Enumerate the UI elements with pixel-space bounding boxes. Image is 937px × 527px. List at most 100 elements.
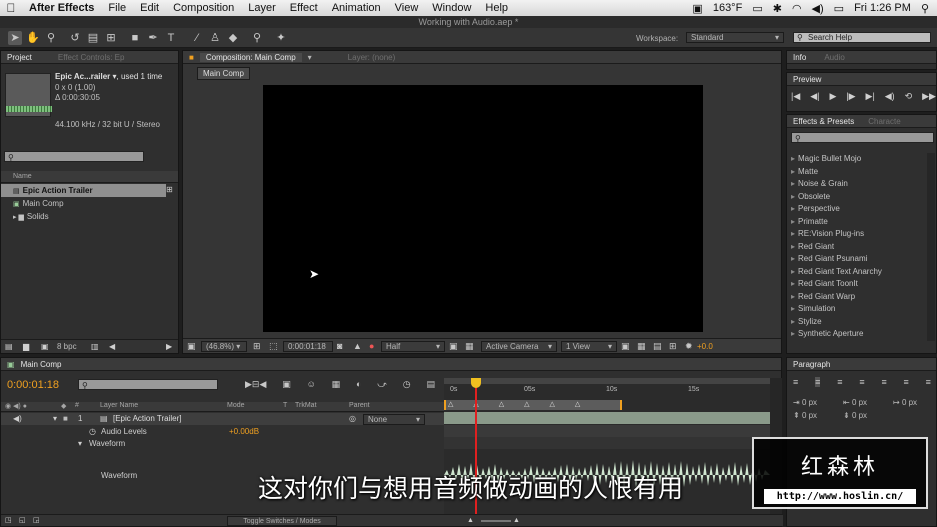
menu-view[interactable]: View <box>388 2 426 14</box>
frame-blending-icon[interactable]: ▦ <box>332 379 341 390</box>
justify-last-right-icon[interactable]: ≡ <box>904 377 909 387</box>
exposure-icon[interactable]: ✹ <box>685 341 693 352</box>
column-mode[interactable]: Mode <box>227 402 245 409</box>
selection-tool-icon[interactable]: ➤ <box>8 31 22 45</box>
apple-icon[interactable]:  <box>0 1 22 15</box>
magnification-dropdown[interactable]: (46.8%) ▾ <box>201 341 247 352</box>
timeline-timecode[interactable]: 0:00:01:18 <box>7 379 59 391</box>
timeline-search-input[interactable]: ⚲ <box>78 379 218 390</box>
search-help-input[interactable]: ⚲ Search Help <box>793 32 931 43</box>
expand-in-out-icon[interactable]: ◲ <box>33 515 40 527</box>
new-folder-icon[interactable]: ▆ <box>23 340 29 354</box>
layer-row-1[interactable]: ◀) ▾ ■ 1 ▤ [Epic Action Trailer] ◎ None ▾ <box>1 413 444 425</box>
spotlight-icon[interactable]: ⚲ <box>921 2 929 15</box>
number-column[interactable]: # <box>75 402 79 409</box>
channel-icon[interactable]: ● <box>369 341 374 351</box>
av-features-icon[interactable]: ◉ ◀) ● <box>5 402 27 410</box>
column-trkmat[interactable]: TrkMat <box>295 402 317 409</box>
audio-levels-value[interactable]: +0.00dB <box>229 426 259 438</box>
work-area-bar[interactable] <box>444 378 770 384</box>
effects-category-13[interactable]: ▸ Stylize <box>787 316 925 329</box>
camera-status-icon[interactable]: ▣ <box>692 2 702 15</box>
composition-lock-icon[interactable]: ■ <box>183 53 200 62</box>
loop-icon[interactable]: ⟲ <box>905 91 913 102</box>
brush-tool-icon[interactable]: ⁄ <box>190 31 204 45</box>
effects-category-4[interactable]: ▸ Perspective <box>787 203 925 216</box>
always-preview-icon[interactable]: ▣ <box>187 341 196 352</box>
audio-icon[interactable]: ◀) <box>885 91 895 102</box>
tab-layer[interactable]: Layer: (none) <box>342 53 402 62</box>
scroll-right-icon[interactable]: ▶ <box>166 340 172 354</box>
space-before-field[interactable]: ⇞ 0 px <box>793 411 817 420</box>
scroll-left-icon[interactable]: ◀ <box>109 340 115 354</box>
effects-search-input[interactable]: ⚲ <box>791 132 934 143</box>
effects-category-2[interactable]: ▸ Noise & Grain <box>787 178 925 191</box>
effects-scrollbar[interactable] <box>927 153 935 341</box>
next-frame-icon[interactable]: |▶ <box>846 91 855 102</box>
first-frame-icon[interactable]: |◀ <box>791 91 800 102</box>
transparency-grid-icon[interactable]: ▦ <box>465 341 474 352</box>
justify-last-left-icon[interactable]: ≡ <box>859 377 864 387</box>
region-of-interest-icon[interactable]: ▣ <box>449 341 458 352</box>
clone-stamp-tool-icon[interactable]: ♙ <box>208 31 222 45</box>
graph-editor-icon[interactable]: ⤻ <box>377 379 387 390</box>
menu-file[interactable]: File <box>101 2 133 14</box>
rotate-tool-icon[interactable]: ↺ <box>68 31 82 45</box>
zoom-tool-icon[interactable]: ⚲ <box>44 31 58 45</box>
tab-paragraph[interactable]: Paragraph <box>787 360 836 369</box>
menu-help[interactable]: Help <box>478 2 515 14</box>
tab-preview[interactable]: Preview <box>787 75 827 84</box>
comp-breadcrumb[interactable]: Main Comp <box>197 67 250 80</box>
effects-category-6[interactable]: ▸ RE:Vision Plug-ins <box>787 228 925 241</box>
workspace-dropdown[interactable]: Standard ▾ <box>686 32 784 43</box>
motion-blur-icon[interactable]: ◐ <box>356 379 361 390</box>
render-queue-icon[interactable]: ▤ <box>426 379 435 390</box>
item-name[interactable]: Epic Ac...railer ▾ <box>55 72 117 81</box>
parent-dropdown[interactable]: None ▾ <box>363 414 425 425</box>
ram-preview-icon[interactable]: ▶▶ <box>922 91 936 102</box>
tab-effects-presets[interactable]: Effects & Presets <box>787 117 860 126</box>
menu-edit[interactable]: Edit <box>133 2 166 14</box>
rectangle-tool-icon[interactable]: ■ <box>128 31 142 45</box>
resolution-dropdown[interactable]: Half ▾ <box>381 341 445 352</box>
effects-category-11[interactable]: ▸ Red Giant Warp <box>787 291 925 304</box>
menu-composition[interactable]: Composition <box>166 2 241 14</box>
effects-category-14[interactable]: ▸ Synthetic Aperture <box>787 328 925 341</box>
layer-duration-bar[interactable] <box>444 412 770 424</box>
indent-left-field[interactable]: ⇥ 0 px <box>793 398 817 407</box>
timeline-icon[interactable]: ▤ <box>653 341 662 352</box>
trash-icon[interactable]: ▥ <box>91 340 99 354</box>
column-parent[interactable]: Parent <box>349 402 370 409</box>
align-right-icon[interactable]: ≡ <box>837 377 842 387</box>
zoom-slider[interactable] <box>481 520 511 522</box>
temperature-readout[interactable]: 163°F <box>713 2 742 14</box>
expand-triangle-icon[interactable]: ▾ <box>78 438 82 450</box>
menu-animation[interactable]: Animation <box>325 2 388 14</box>
fast-preview-icon[interactable]: ▦ <box>637 341 646 352</box>
tab-composition[interactable]: Composition: Main Comp <box>199 52 302 62</box>
camera-dropdown[interactable]: Active Camera ▾ <box>481 341 557 352</box>
new-comp-icon[interactable]: ▣ <box>41 340 49 354</box>
effects-category-8[interactable]: ▸ Red Giant Psunami <box>787 253 925 266</box>
expand-layer-switches-icon[interactable]: ◳ <box>5 515 12 527</box>
column-name-label[interactable]: Name <box>13 173 32 180</box>
menu-layer[interactable]: Layer <box>241 2 283 14</box>
wifi-icon[interactable]: ◠ <box>792 2 802 15</box>
bluetooth-icon[interactable]: ✱ <box>773 2 782 15</box>
effects-category-10[interactable]: ▸ Red Giant ToonIt <box>787 278 925 291</box>
menu-app[interactable]: After Effects <box>22 2 101 14</box>
effects-category-1[interactable]: ▸ Matte <box>787 166 925 179</box>
current-time-display[interactable]: 0:00:01:18 <box>283 341 333 352</box>
zoom-out-icon[interactable]: ▲ <box>467 515 474 527</box>
column-layer-name[interactable]: Layer Name <box>100 402 138 409</box>
effects-category-5[interactable]: ▸ Primatte <box>787 216 925 229</box>
project-item-solids[interactable]: ▸ ▆ Solids <box>1 210 166 223</box>
hand-tool-icon[interactable]: ✋ <box>26 31 40 45</box>
composition-dropdown-icon[interactable]: ▾ <box>302 53 318 62</box>
pixel-aspect-icon[interactable]: ▣ <box>621 341 630 352</box>
menu-window[interactable]: Window <box>425 2 478 14</box>
effects-category-0[interactable]: ▸ Magic Bullet Mojo <box>787 153 925 166</box>
stopwatch-icon[interactable]: ◷ <box>89 426 96 438</box>
first-line-indent-field[interactable]: ↦ 0 px <box>893 398 917 407</box>
camera-tool-icon[interactable]: ▤ <box>86 31 100 45</box>
